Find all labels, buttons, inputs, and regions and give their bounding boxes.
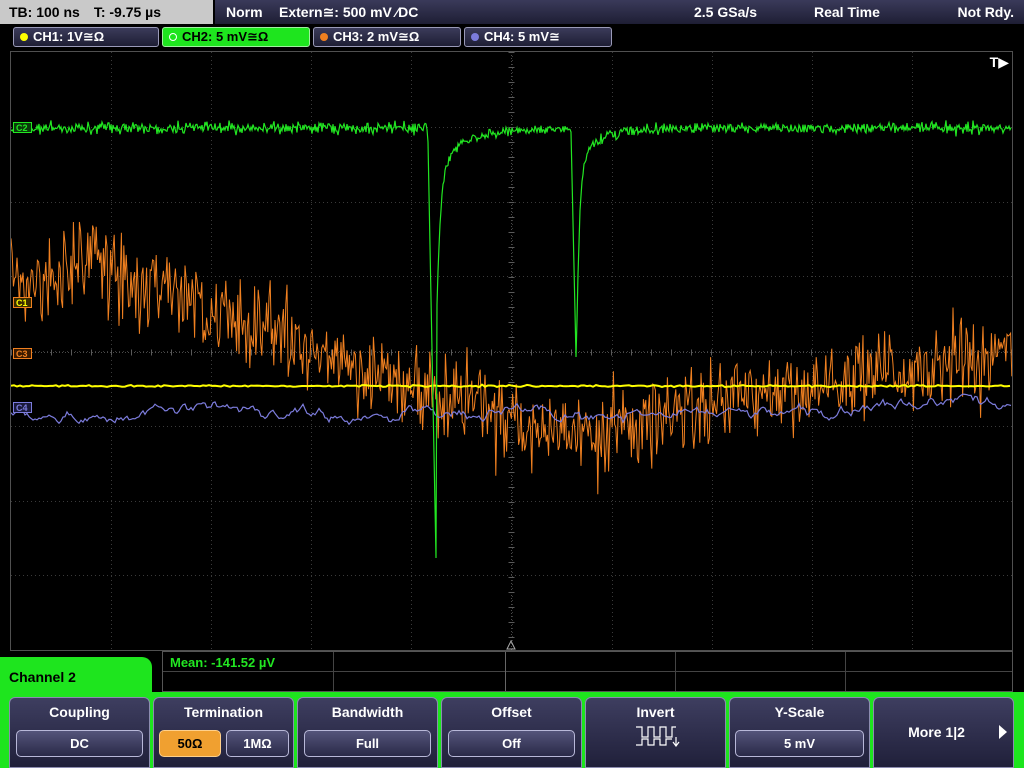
menu-title: Channel 2 — [9, 669, 76, 685]
ch4-offset-marker[interactable]: C4 — [13, 402, 32, 413]
ch3-color-dot — [320, 33, 328, 41]
acquisition-mode: Real Time — [814, 4, 880, 20]
tab-ch4[interactable]: CH4: 5 mV≅ — [464, 27, 612, 47]
bandwidth-softkey[interactable]: Bandwidth Full — [297, 697, 438, 768]
waveform-display[interactable]: T▶ C2 C1 C3 C4 — [10, 51, 1013, 651]
invert-waveform-icon — [636, 726, 680, 747]
tab-ch3[interactable]: CH3: 2 mV≅Ω — [313, 27, 461, 47]
coupling-value[interactable]: DC — [16, 730, 143, 757]
trigger-source: Extern≅: 500 mV ⁄DC — [279, 4, 419, 20]
ch1-label: CH1: 1V≅Ω — [33, 29, 105, 44]
ch4-waveform — [11, 393, 1012, 426]
measurement-panel[interactable]: Mean: -141.52 µV — [162, 651, 1013, 692]
menu-title-tab: Channel 2 — [0, 657, 152, 697]
sample-rate: 2.5 GSa/s — [694, 4, 758, 20]
ch2-color-dot — [169, 33, 177, 41]
termination-1mohm-option[interactable]: 1MΩ — [226, 730, 289, 757]
yscale-value[interactable]: 5 mV — [735, 730, 864, 757]
ch3-offset-marker[interactable]: C3 — [13, 348, 32, 359]
coupling-title: Coupling — [49, 704, 110, 720]
bandwidth-title: Bandwidth — [331, 704, 404, 720]
ch2-offset-marker[interactable]: C2 — [13, 122, 32, 133]
offset-value[interactable]: Off — [448, 730, 575, 757]
chevron-right-icon — [999, 725, 1007, 739]
ch4-color-dot — [471, 33, 479, 41]
more-softkey[interactable]: More 1|2 — [873, 697, 1014, 768]
ch4-label: CH4: 5 mV≅ — [484, 29, 560, 44]
bandwidth-value[interactable]: Full — [304, 730, 431, 757]
trigger-mode: Norm — [226, 4, 263, 20]
tab-ch1[interactable]: CH1: 1V≅Ω — [13, 27, 159, 47]
trigger-time-value: T: -9.75 µs — [93, 4, 162, 20]
termination-softkey[interactable]: Termination 50Ω 1MΩ — [153, 697, 294, 768]
measurement-grid — [163, 652, 1012, 691]
trigger-position-marker — [506, 639, 516, 650]
ch2-waveform — [11, 119, 1012, 559]
ch3-label: CH3: 2 mV≅Ω — [333, 29, 420, 44]
timebase-value: TB: 100 ns — [9, 4, 80, 20]
waveform-canvas — [11, 52, 1012, 650]
invert-softkey[interactable]: Invert — [585, 697, 726, 768]
ch2-label: CH2: 5 mV≅Ω — [182, 29, 269, 44]
termination-50ohm-option[interactable]: 50Ω — [159, 730, 221, 757]
acquisition-status-bar[interactable]: Norm Extern≅: 500 mV ⁄DC 2.5 GSa/s Real … — [215, 0, 1024, 24]
ch1-color-dot — [20, 33, 28, 41]
more-label: More 1|2 — [908, 724, 965, 740]
termination-title: Termination — [183, 704, 264, 720]
timebase-status[interactable]: TB: 100 ns T: -9.75 µs — [0, 0, 213, 24]
yscale-softkey[interactable]: Y-Scale 5 mV — [729, 697, 870, 768]
yscale-title: Y-Scale — [774, 704, 825, 720]
graticule-grid — [11, 52, 1012, 650]
coupling-softkey[interactable]: Coupling DC — [9, 697, 150, 768]
offset-title: Offset — [491, 704, 532, 720]
ch1-offset-marker[interactable]: C1 — [13, 297, 32, 308]
mean-measurement: Mean: -141.52 µV — [170, 655, 276, 670]
offset-softkey[interactable]: Offset Off — [441, 697, 582, 768]
invert-title: Invert — [636, 704, 675, 720]
tab-ch2[interactable]: CH2: 5 mV≅Ω — [162, 27, 310, 47]
trigger-indicator: T▶ — [989, 54, 1009, 70]
acquisition-state: Not Rdy. — [957, 4, 1014, 20]
